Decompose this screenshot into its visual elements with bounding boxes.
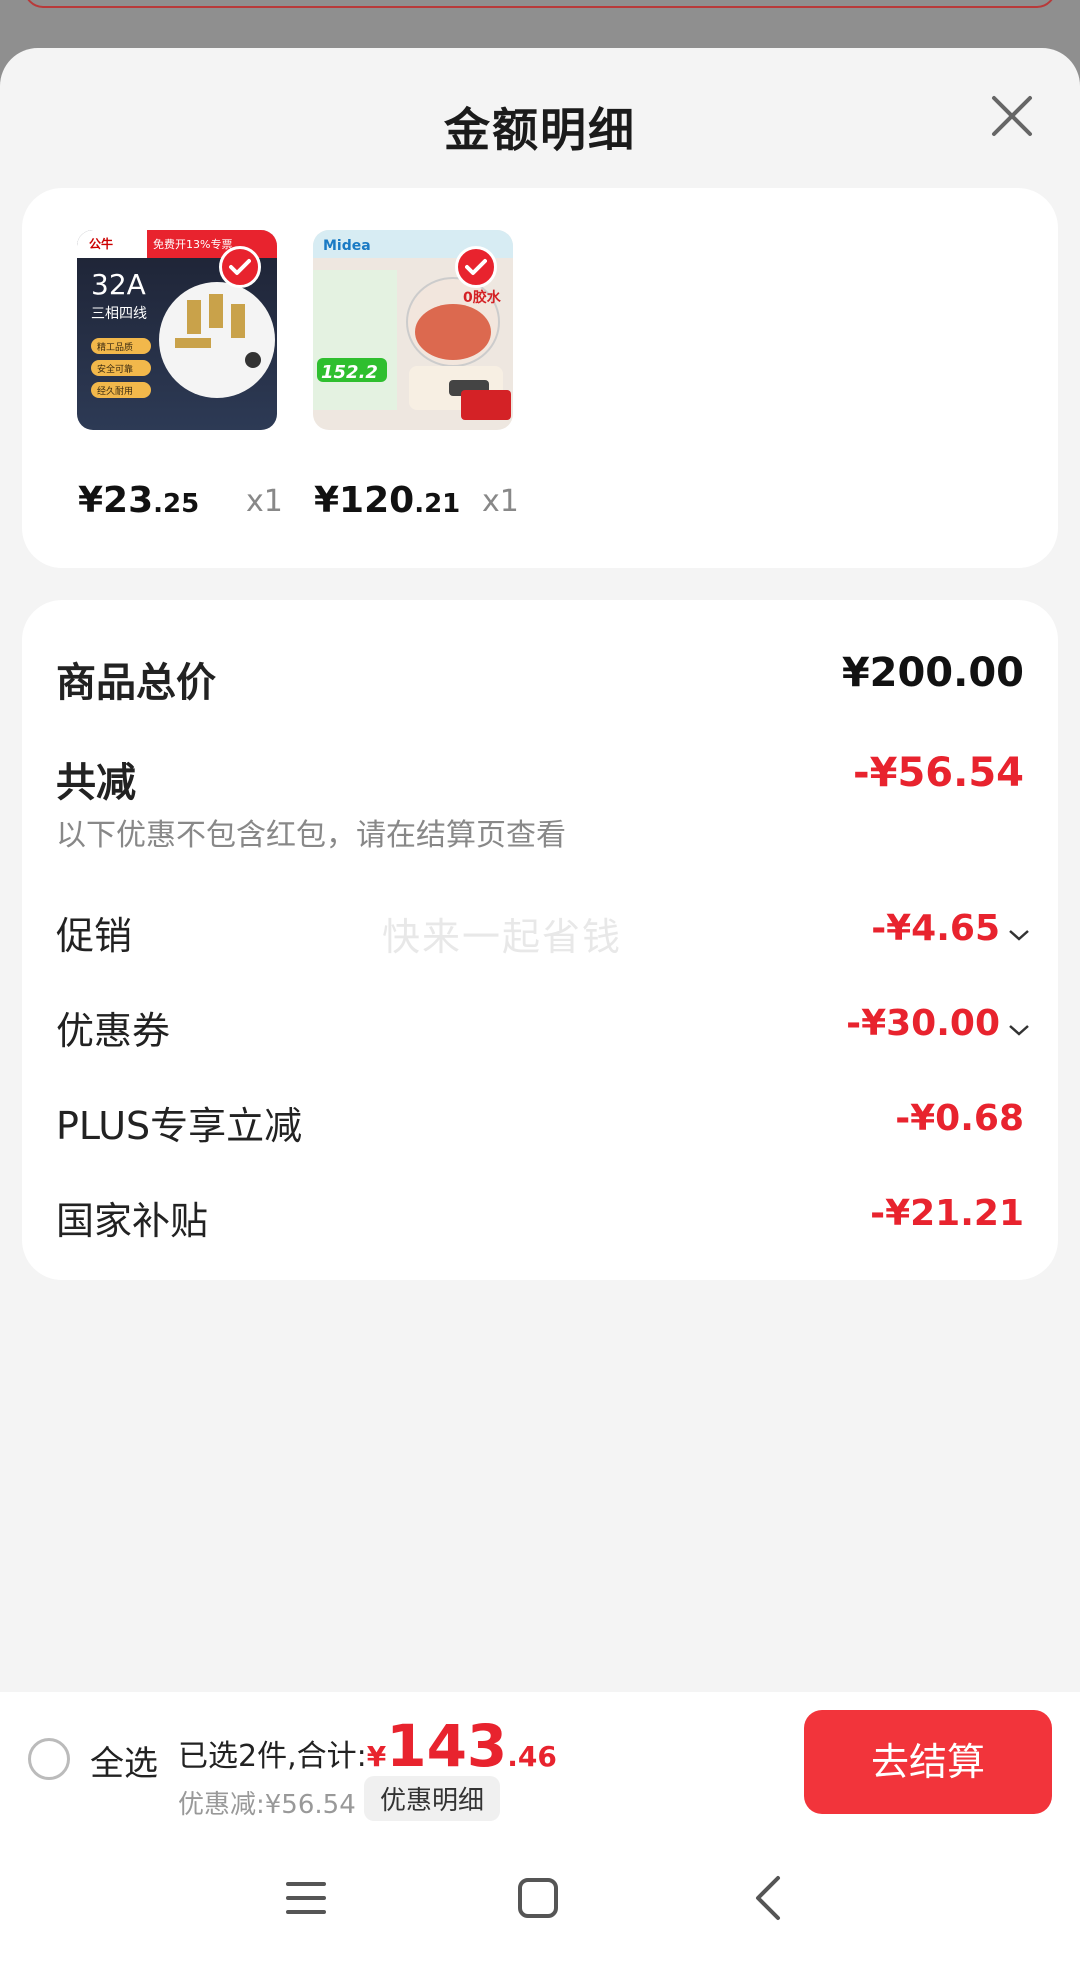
price-main: ¥23 — [78, 480, 154, 521]
thumb1-spec: 三相四线 — [91, 306, 147, 322]
coupon-value[interactable]: -¥30.00 — [846, 1003, 1030, 1046]
total-currency: ¥ — [366, 1740, 387, 1773]
coupon-label: 优惠券 — [56, 1009, 171, 1053]
coupon-amount: -¥30.00 — [846, 1003, 1000, 1044]
chevron-down-icon — [1008, 910, 1030, 951]
promotion-label: 促销 — [56, 914, 133, 958]
reduction-value: -¥56.54 — [853, 750, 1024, 796]
back-icon[interactable] — [752, 1874, 784, 1926]
close-icon[interactable] — [988, 92, 1036, 140]
thumb2-brand: Midea — [323, 238, 371, 254]
total-price-value: ¥200.00 — [841, 650, 1024, 696]
summary-card: 商品总价 ¥200.00 共减 -¥56.54 以下优惠不包含红包，请在结算页查… — [22, 600, 1058, 1280]
price-decimal: .25 — [153, 489, 200, 519]
system-nav-bar — [0, 1832, 1080, 1962]
total-decimal: .46 — [507, 1740, 557, 1773]
product-thumb-2[interactable]: Midea 0胶水 152.2 — [313, 230, 513, 430]
check-icon[interactable] — [455, 246, 497, 288]
reduction-note: 以下优惠不包含红包，请在结算页查看 — [56, 818, 566, 853]
promotion-value[interactable]: -¥4.65 — [871, 908, 1030, 951]
home-square-icon[interactable] — [516, 1876, 560, 1924]
thumb1-chip-1: 精工品质 — [97, 341, 133, 353]
thumb1-rating: 32A — [91, 268, 146, 301]
thumb1-brand: 公牛 — [89, 236, 113, 251]
select-all-label[interactable]: 全选 — [90, 1736, 158, 1785]
sheet-title: 金额明细 — [444, 103, 636, 157]
national-subsidy-value: -¥21.21 — [870, 1193, 1024, 1234]
thumb1-chip-3: 经久耐用 — [97, 385, 133, 397]
thumb1-tag: 免费开13%专票 — [153, 237, 232, 251]
price-decimal: .21 — [414, 489, 461, 519]
product-price-1: ¥23.25 — [78, 480, 199, 521]
check-icon[interactable] — [219, 246, 261, 288]
thumb2-badge: 0胶水 — [463, 289, 502, 306]
selected-text: 已选2件,合计: — [178, 1739, 367, 1774]
thumb1-chip-2: 安全可靠 — [97, 363, 133, 375]
background-strip — [24, 0, 1056, 8]
plus-discount-value: -¥0.68 — [895, 1098, 1024, 1139]
selected-summary: 已选2件,合计:¥143.46 — [178, 1712, 557, 1780]
discount-detail-button[interactable]: 优惠明细 — [364, 1776, 501, 1821]
promotion-amount: -¥4.65 — [871, 908, 1000, 949]
product-price-2: ¥120.21 — [314, 480, 460, 521]
checkout-bar: 全选 已选2件,合计:¥143.46 优惠减:¥56.54 优惠明细 去结算 — [0, 1692, 1080, 1832]
plus-discount-label: PLUS专享立减 — [56, 1104, 303, 1148]
total-price-label: 商品总价 — [56, 660, 216, 706]
discount-text: 优惠减:¥56.54 — [178, 1790, 356, 1820]
watermark-text: 快来一起省钱 — [382, 915, 623, 959]
reduction-label: 共减 — [56, 760, 136, 806]
product-qty-2: x1 — [482, 484, 519, 519]
select-all-radio[interactable] — [28, 1738, 70, 1780]
national-subsidy-label: 国家补贴 — [56, 1199, 209, 1243]
amount-detail-sheet: 金额明细 公牛 免费开13%专票 32A 三相四线 精工品质 安全可靠 经久耐用… — [0, 48, 1080, 1962]
thumb2-price-tag: 152.2 — [321, 362, 378, 383]
total-integer: 143 — [386, 1712, 508, 1780]
chevron-down-icon — [1008, 1005, 1030, 1046]
menu-icon[interactable] — [284, 1878, 328, 1922]
product-thumb-1[interactable]: 公牛 免费开13%专票 32A 三相四线 精工品质 安全可靠 经久耐用 — [77, 230, 277, 430]
price-main: ¥120 — [314, 480, 415, 521]
product-card: 公牛 免费开13%专票 32A 三相四线 精工品质 安全可靠 经久耐用 Mide… — [22, 188, 1058, 568]
product-qty-1: x1 — [246, 484, 283, 519]
checkout-button[interactable]: 去结算 — [804, 1710, 1052, 1814]
